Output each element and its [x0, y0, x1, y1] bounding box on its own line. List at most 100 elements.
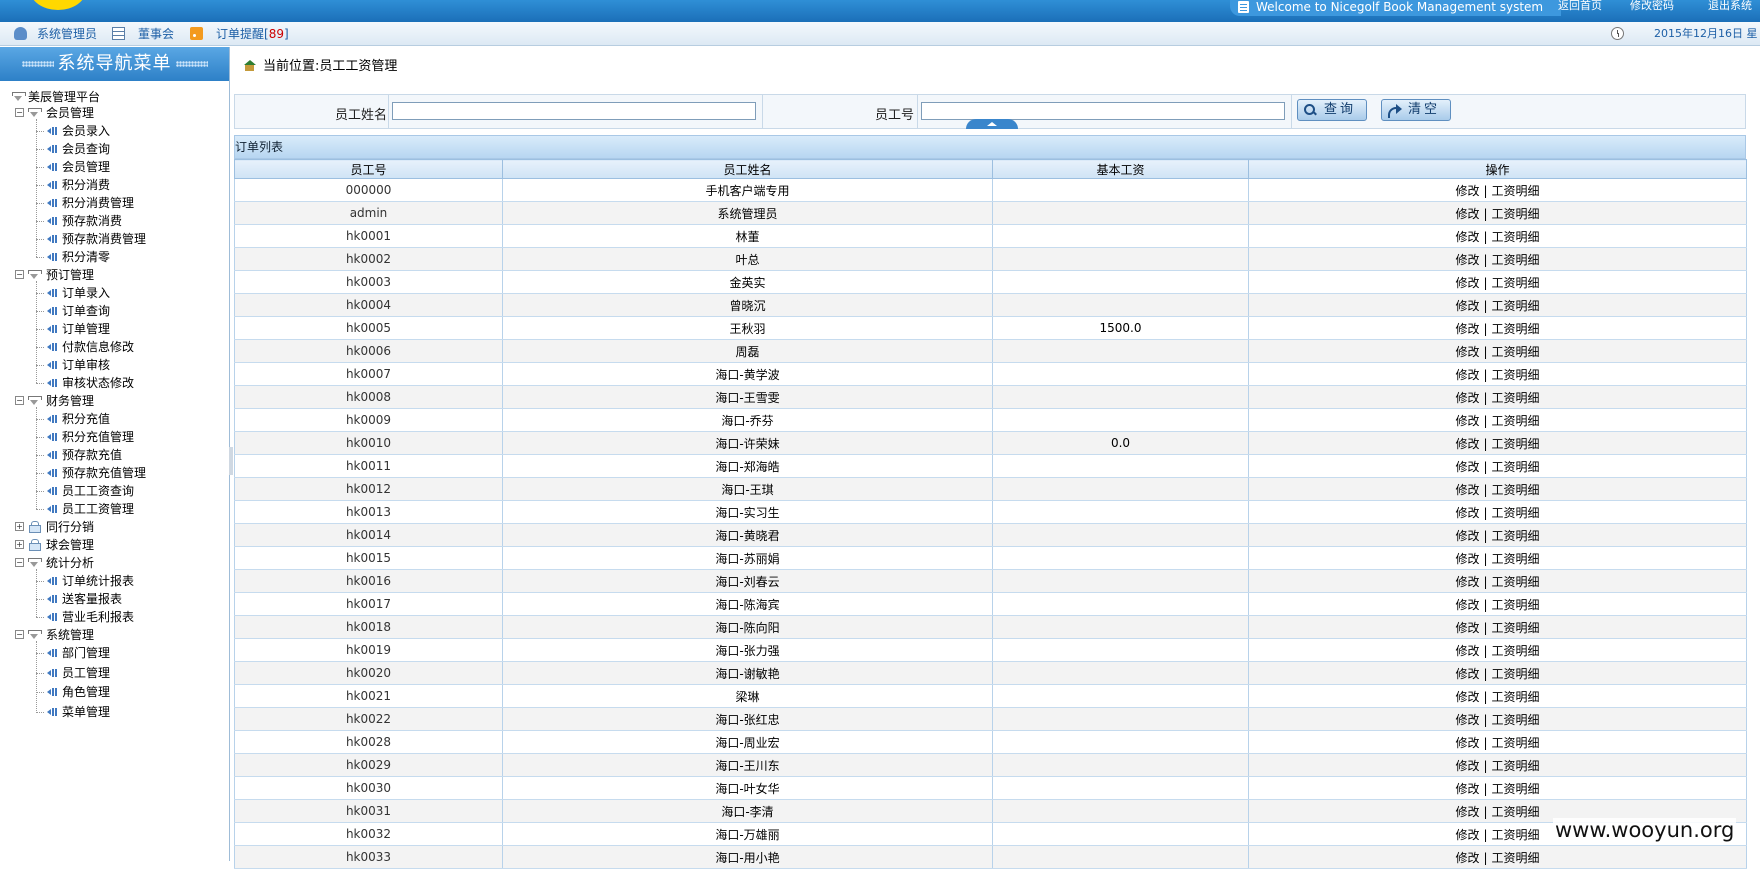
salary-detail-link[interactable]: 工资明细 [1492, 552, 1540, 566]
tree-connector [36, 185, 44, 186]
cell-base-salary [992, 270, 1249, 294]
collapse-icon[interactable]: − [15, 108, 24, 117]
edit-link[interactable]: 修改 [1455, 506, 1479, 520]
speaker-icon [47, 451, 58, 459]
separator: | [1483, 229, 1488, 244]
cell-base-salary [992, 408, 1249, 432]
salary-detail-link[interactable]: 工资明细 [1492, 667, 1540, 681]
edit-link[interactable]: 修改 [1455, 828, 1479, 842]
folder-open-icon [28, 269, 42, 280]
salary-detail-link[interactable]: 工资明细 [1492, 391, 1540, 405]
nav-item-label: 积分消费管理 [62, 196, 135, 210]
edit-link[interactable]: 修改 [1455, 299, 1479, 313]
edit-link[interactable]: 修改 [1455, 552, 1479, 566]
edit-link[interactable]: 修改 [1455, 529, 1479, 543]
cell-employee-id: hk0011 [234, 454, 503, 478]
edit-link[interactable]: 修改 [1455, 368, 1479, 382]
cell-base-salary [992, 730, 1249, 754]
cell-base-salary [992, 454, 1249, 478]
salary-detail-link[interactable]: 工资明细 [1492, 805, 1540, 819]
employee-id-input[interactable] [921, 102, 1285, 120]
change-password-link[interactable]: 修改密码 [1630, 0, 1674, 12]
salary-detail-link[interactable]: 工资明细 [1492, 437, 1540, 451]
speaker-icon [47, 145, 58, 153]
speaker-icon [47, 127, 58, 135]
board-link[interactable]: 董事会 [138, 26, 174, 42]
edit-link[interactable]: 修改 [1455, 322, 1479, 336]
salary-detail-link[interactable]: 工资明细 [1492, 483, 1540, 497]
edit-link[interactable]: 修改 [1455, 207, 1479, 221]
salary-detail-link[interactable]: 工资明细 [1492, 644, 1540, 658]
salary-detail-link[interactable]: 工资明细 [1492, 713, 1540, 727]
cell-employee-id: hk0013 [234, 500, 503, 524]
salary-detail-link[interactable]: 工资明细 [1492, 368, 1540, 382]
salary-detail-link[interactable]: 工资明细 [1492, 460, 1540, 474]
edit-link[interactable]: 修改 [1455, 391, 1479, 405]
salary-detail-link[interactable]: 工资明细 [1492, 184, 1540, 198]
collapse-icon[interactable]: − [15, 558, 24, 567]
edit-link[interactable]: 修改 [1455, 759, 1479, 773]
collapse-icon[interactable]: − [15, 396, 24, 405]
logout-link[interactable]: 退出系统 [1708, 0, 1752, 12]
home-link[interactable]: 返回首页 [1558, 0, 1602, 12]
salary-detail-link[interactable]: 工资明细 [1492, 207, 1540, 221]
salary-detail-link[interactable]: 工资明细 [1492, 851, 1540, 865]
salary-detail-link[interactable]: 工资明细 [1492, 828, 1540, 842]
edit-link[interactable]: 修改 [1455, 621, 1479, 635]
cell-employee-name: 海口-实习生 [502, 500, 993, 524]
collapse-icon[interactable]: − [15, 270, 24, 279]
edit-link[interactable]: 修改 [1455, 437, 1479, 451]
salary-detail-link[interactable]: 工资明细 [1492, 276, 1540, 290]
salary-detail-link[interactable]: 工资明细 [1492, 690, 1540, 704]
edit-link[interactable]: 修改 [1455, 690, 1479, 704]
salary-detail-link[interactable]: 工资明细 [1492, 736, 1540, 750]
status-bar: 系统管理员 董事会 订单提醒[89] 2015年12月16日 星 [0, 22, 1760, 46]
query-button[interactable]: 查询 [1297, 99, 1367, 121]
collapse-search-toggle[interactable] [966, 119, 1018, 129]
salary-detail-link[interactable]: 工资明细 [1492, 414, 1540, 428]
edit-link[interactable]: 修改 [1455, 414, 1479, 428]
edit-link[interactable]: 修改 [1455, 782, 1479, 796]
salary-detail-link[interactable]: 工资明细 [1492, 621, 1540, 635]
salary-detail-link[interactable]: 工资明细 [1492, 506, 1540, 520]
expand-icon[interactable]: + [15, 540, 24, 549]
clear-button[interactable]: 清空 [1381, 99, 1451, 121]
salary-detail-link[interactable]: 工资明细 [1492, 575, 1540, 589]
cell-actions: 修改 | 工资明细 [1248, 546, 1747, 570]
edit-link[interactable]: 修改 [1455, 851, 1479, 865]
edit-link[interactable]: 修改 [1455, 230, 1479, 244]
salary-detail-link[interactable]: 工资明细 [1492, 230, 1540, 244]
expand-icon[interactable]: + [15, 522, 24, 531]
edit-link[interactable]: 修改 [1455, 253, 1479, 267]
edit-link[interactable]: 修改 [1455, 483, 1479, 497]
employee-name-input[interactable] [392, 102, 756, 120]
cell-actions: 修改 | 工资明细 [1248, 201, 1747, 225]
salary-detail-link[interactable]: 工资明细 [1492, 759, 1540, 773]
salary-detail-link[interactable]: 工资明细 [1492, 598, 1540, 612]
edit-link[interactable]: 修改 [1455, 598, 1479, 612]
cell-base-salary [992, 753, 1249, 777]
edit-link[interactable]: 修改 [1455, 805, 1479, 819]
edit-link[interactable]: 修改 [1455, 644, 1479, 658]
edit-link[interactable]: 修改 [1455, 276, 1479, 290]
salary-detail-link[interactable]: 工资明细 [1492, 345, 1540, 359]
salary-detail-link[interactable]: 工资明细 [1492, 299, 1540, 313]
cell-actions: 修改 | 工资明细 [1248, 638, 1747, 662]
edit-link[interactable]: 修改 [1455, 345, 1479, 359]
salary-detail-link[interactable]: 工资明细 [1492, 253, 1540, 267]
salary-detail-link[interactable]: 工资明细 [1492, 529, 1540, 543]
cell-actions: 修改 | 工资明细 [1248, 293, 1747, 317]
collapse-icon[interactable]: − [15, 630, 24, 639]
speaker-icon [47, 361, 58, 369]
salary-detail-link[interactable]: 工资明细 [1492, 322, 1540, 336]
cell-actions: 修改 | 工资明细 [1248, 316, 1747, 340]
edit-link[interactable]: 修改 [1455, 460, 1479, 474]
edit-link[interactable]: 修改 [1455, 713, 1479, 727]
order-reminder-link[interactable]: 订单提醒[89] [216, 26, 289, 42]
edit-link[interactable]: 修改 [1455, 667, 1479, 681]
current-user[interactable]: 系统管理员 [37, 26, 97, 42]
edit-link[interactable]: 修改 [1455, 184, 1479, 198]
edit-link[interactable]: 修改 [1455, 575, 1479, 589]
edit-link[interactable]: 修改 [1455, 736, 1479, 750]
salary-detail-link[interactable]: 工资明细 [1492, 782, 1540, 796]
